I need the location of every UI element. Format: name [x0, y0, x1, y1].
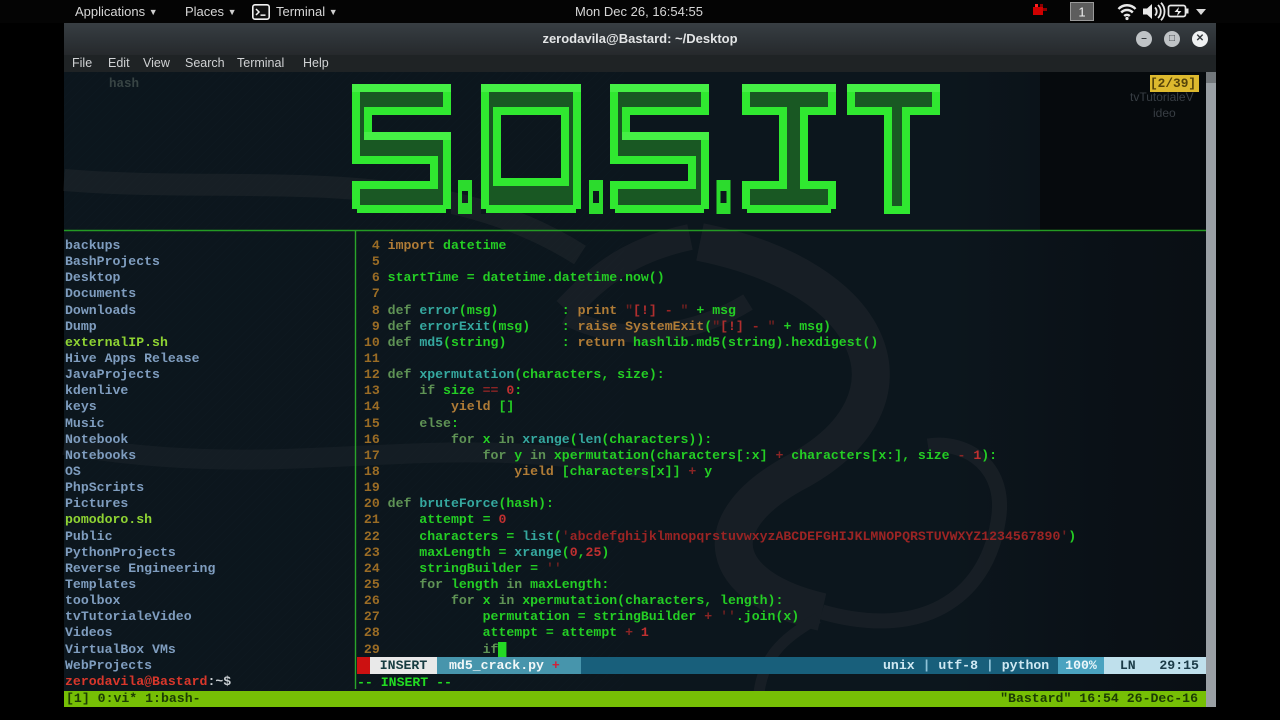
- svg-text:1: 1: [1078, 5, 1085, 20]
